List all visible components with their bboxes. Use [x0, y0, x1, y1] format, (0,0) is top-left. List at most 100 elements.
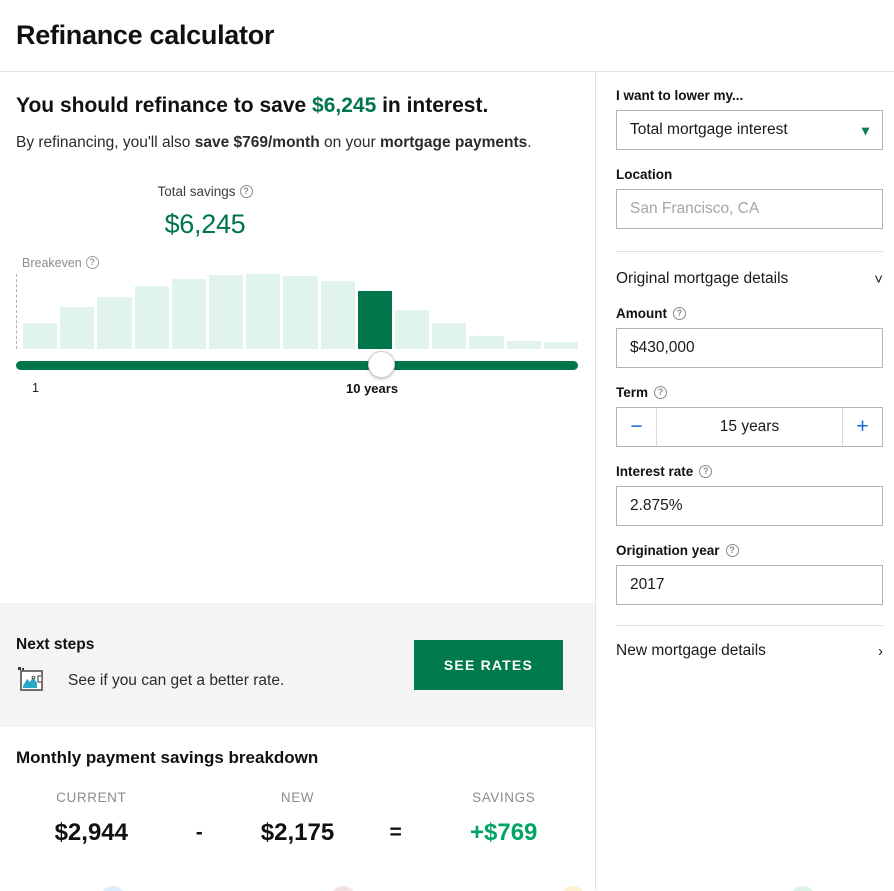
chart-bar[interactable] [134, 286, 169, 349]
chart-bar[interactable] [469, 336, 504, 349]
chart-bar[interactable] [395, 310, 430, 349]
location-placeholder: San Francisco, CA [630, 200, 760, 217]
original-mortgage-section-toggle[interactable]: Original mortgage details ˅ [616, 270, 883, 288]
chart-bar[interactable] [543, 342, 579, 349]
slider-min-label: 1 [32, 380, 39, 395]
term-increment-button[interactable]: + [842, 408, 882, 446]
interest-rate-input[interactable]: 2.875% [616, 486, 883, 526]
decorative-dot [100, 886, 126, 891]
slider-track[interactable] [16, 360, 578, 370]
headline-suffix: in interest. [376, 94, 489, 117]
chevron-down-icon: ▾ [861, 121, 869, 138]
chart-bar[interactable] [357, 291, 393, 349]
term-decrement-button[interactable]: − [617, 408, 657, 446]
interest-rate-value: 2.875% [630, 497, 683, 514]
amount-input[interactable]: $430,000 [616, 328, 883, 368]
sidebar-divider-1 [616, 251, 883, 252]
term-stepper: − 15 years + [616, 407, 883, 447]
location-label: Location [616, 167, 673, 182]
breakdown-title: Monthly payment savings breakdown [16, 748, 319, 767]
origination-year-value: 2017 [630, 576, 665, 593]
headline-amount: $6,245 [312, 94, 377, 117]
summary-headline: You should refinance to save $6,245 in i… [16, 92, 556, 120]
chart-bar[interactable] [97, 296, 132, 349]
subline-bold-payments: mortgage payments [379, 133, 528, 151]
chart-bar[interactable] [209, 274, 244, 349]
headline-prefix: You should refinance to save [16, 94, 313, 117]
breakdown-operator-minus: - [195, 821, 203, 844]
total-savings-block: Total savings ? $6,245 [0, 183, 595, 240]
chevron-down-icon: ˅ [874, 270, 883, 288]
breakdown-header-current: CURRENT [56, 790, 127, 805]
subline-part-3: . [527, 133, 532, 151]
help-circle-icon[interactable]: ? [673, 307, 686, 320]
origination-year-input[interactable]: 2017 [616, 565, 883, 605]
origination-year-label: Origination year ? [616, 543, 878, 558]
next-steps-row: See if you can get a better rate. [16, 667, 414, 694]
next-steps-section: Next steps See if you can get a better r… [0, 603, 595, 727]
interest-rate-field: Interest rate ? 2.875% [616, 464, 883, 526]
breakeven-label: Breakeven ? [22, 256, 99, 270]
slider-current-label: 10 years [346, 380, 399, 396]
help-circle-icon[interactable]: ? [699, 465, 713, 478]
term-label-text: Term [616, 385, 649, 400]
new-mortgage-section-toggle[interactable]: New mortgage details › [616, 642, 883, 660]
slider-labels: 1 10 years [16, 381, 578, 401]
help-circle-icon[interactable]: ? [85, 256, 99, 270]
chart-bar[interactable] [246, 273, 281, 349]
amount-field: Amount ? $430,000 [616, 306, 883, 368]
origination-year-label-text: Origination year [616, 543, 720, 558]
see-rates-button[interactable]: SEE RATES [413, 640, 563, 690]
help-circle-icon[interactable]: ? [725, 544, 739, 557]
total-savings-label-text: Total savings [157, 183, 236, 199]
total-savings-amount: $6,245 [164, 208, 246, 239]
breakdown-value-current: $2,944 [54, 819, 128, 846]
chart-bar[interactable] [432, 322, 467, 349]
decorative-dot [790, 886, 816, 891]
chart-bar[interactable] [60, 307, 95, 349]
total-savings-label: Total savings ? [157, 183, 253, 199]
savings-chart: Breakeven ? 1 10 years [0, 254, 595, 401]
term-label: Term ? [616, 385, 878, 400]
chart-bar[interactable] [23, 322, 58, 349]
goal-field: I want to lower my... Total mortgage int… [616, 88, 883, 150]
goal-select-value: Total mortgage interest [630, 121, 788, 138]
next-steps-title: Next steps [16, 636, 95, 653]
goal-select[interactable]: Total mortgage interest ▾ [616, 110, 883, 150]
location-input[interactable]: San Francisco, CA [616, 189, 883, 229]
amount-label: Amount ? [616, 306, 878, 321]
subline-bold-savings: save $769/month [194, 133, 320, 151]
goal-label: I want to lower my... [616, 88, 744, 103]
main-content: You should refinance to save $6,245 in i… [0, 72, 894, 890]
chart-bars [16, 273, 579, 349]
breakdown-operator-equals: = [389, 821, 402, 844]
subline-part-2: on your [319, 133, 380, 151]
origination-year-field: Origination year ? 2017 [616, 543, 883, 605]
page-header: Refinance calculator [0, 0, 894, 72]
chart-bar[interactable] [320, 281, 355, 349]
amount-value: $430,000 [630, 339, 695, 356]
subline-part-1: By refinancing, you'll also [16, 133, 195, 151]
help-circle-icon[interactable]: ? [239, 184, 253, 198]
page-title: Refinance calculator [16, 20, 275, 50]
chart-bar[interactable] [283, 275, 318, 349]
slider-thumb[interactable] [368, 350, 395, 378]
term-value[interactable]: 15 years [657, 408, 842, 446]
location-field: Location San Francisco, CA [616, 167, 883, 229]
breakeven-label-text: Breakeven [22, 255, 82, 270]
year-slider[interactable] [16, 350, 578, 378]
decorative-dot [560, 886, 586, 891]
breakdown-header-savings: SAVINGS [472, 790, 536, 805]
results-panel: You should refinance to save $6,245 in i… [0, 72, 595, 890]
sidebar-divider-2 [616, 625, 883, 626]
breakdown-value-savings: +$769 [470, 819, 538, 846]
bottom-decorative-dots [0, 886, 894, 891]
summary-subline: By refinancing, you'll also save $769/mo… [16, 131, 536, 155]
chart-bar[interactable] [506, 341, 541, 349]
next-steps-text: See if you can get a better rate. [68, 671, 285, 689]
chart-bar[interactable] [171, 278, 207, 349]
help-circle-icon[interactable]: ? [654, 386, 668, 399]
refinance-calculator-page: Refinance calculator You should refinanc… [0, 0, 894, 891]
decorative-dot [330, 886, 356, 891]
breakdown-header-new: NEW [280, 790, 315, 805]
